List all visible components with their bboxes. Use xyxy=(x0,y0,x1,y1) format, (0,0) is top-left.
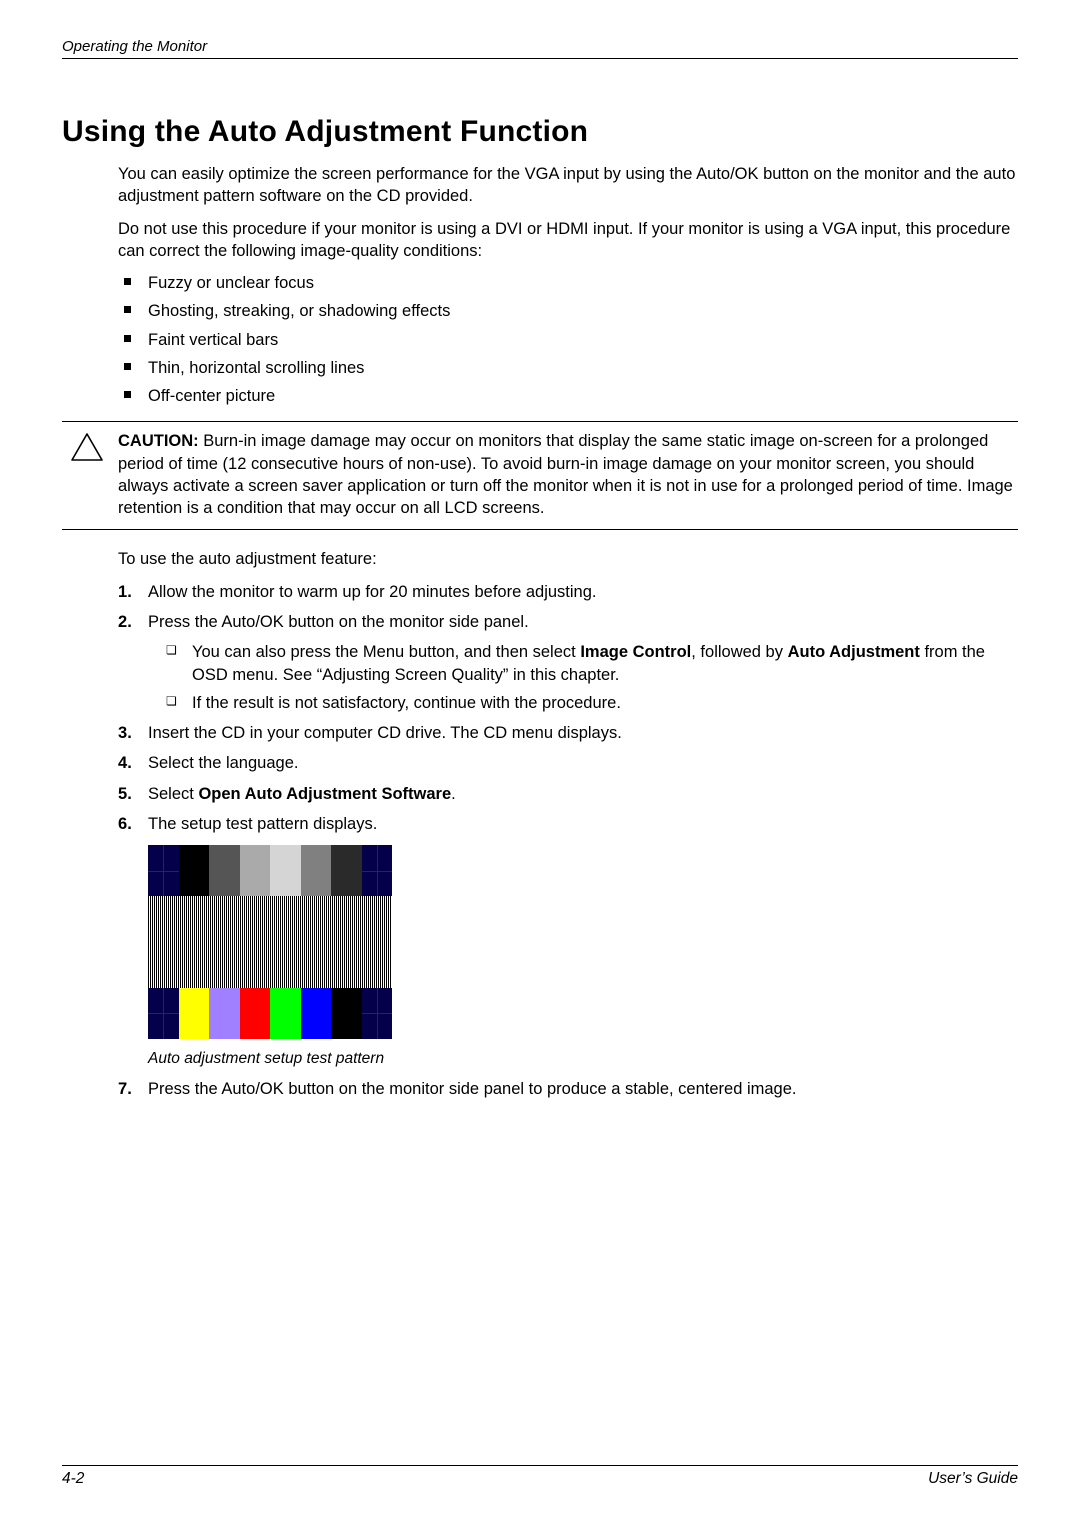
caution-text: CAUTION: Burn-in image damage may occur … xyxy=(112,430,1018,519)
step-4: Select the language. xyxy=(118,752,1018,774)
bold-text: Open Auto Adjustment Software xyxy=(198,785,451,803)
list-item: Ghosting, streaking, or shadowing effect… xyxy=(118,300,1018,322)
text: Select xyxy=(148,785,198,803)
step-7: Press the Auto/OK button on the monitor … xyxy=(118,1078,1018,1100)
body-content: You can easily optimize the screen perfo… xyxy=(118,163,1018,1100)
step-2-sublist: You can also press the Menu button, and … xyxy=(166,641,1018,714)
step-1: Allow the monitor to warm up for 20 minu… xyxy=(118,581,1018,603)
step-2a: You can also press the Menu button, and … xyxy=(166,641,1018,686)
step-5: Select Open Auto Adjustment Software. xyxy=(118,783,1018,805)
header-section-title: Operating the Monitor xyxy=(62,38,207,55)
caution-triangle-icon xyxy=(62,430,112,519)
step-3: Insert the CD in your computer CD drive.… xyxy=(118,722,1018,744)
list-item: Faint vertical bars xyxy=(118,329,1018,351)
bold-text: Auto Adjustment xyxy=(788,643,920,661)
step-2: Press the Auto/OK button on the monitor … xyxy=(118,611,1018,714)
step-2b: If the result is not satisfactory, conti… xyxy=(166,692,1018,714)
step-2-text: Press the Auto/OK button on the monitor … xyxy=(148,613,529,631)
list-item: Fuzzy or unclear focus xyxy=(118,272,1018,294)
conditions-list: Fuzzy or unclear focus Ghosting, streaki… xyxy=(118,272,1018,407)
steps-list-cont: Press the Auto/OK button on the monitor … xyxy=(118,1078,1018,1100)
page-footer: 4-2 User’s Guide xyxy=(62,1465,1018,1488)
intro-paragraph-2: Do not use this procedure if your monito… xyxy=(118,218,1018,263)
test-pattern-figure: Auto adjustment setup test pattern xyxy=(148,845,392,1070)
page-title: Using the Auto Adjustment Function xyxy=(62,115,1018,149)
steps-list: Allow the monitor to warm up for 20 minu… xyxy=(118,581,1018,835)
page: Operating the Monitor Using the Auto Adj… xyxy=(0,0,1080,1524)
caution-callout: CAUTION: Burn-in image damage may occur … xyxy=(62,421,1018,530)
running-header: Operating the Monitor xyxy=(62,38,1018,59)
caution-body: Burn-in image damage may occur on monito… xyxy=(118,432,1013,517)
list-item: Thin, horizontal scrolling lines xyxy=(118,357,1018,379)
step-6: The setup test pattern displays. xyxy=(118,813,1018,835)
text: , followed by xyxy=(691,643,787,661)
doc-title: User’s Guide xyxy=(928,1470,1018,1488)
test-pattern-image xyxy=(148,845,392,1039)
intro-paragraph-1: You can easily optimize the screen perfo… xyxy=(118,163,1018,208)
list-item: Off-center picture xyxy=(118,385,1018,407)
text: You can also press the Menu button, and … xyxy=(192,643,580,661)
figure-caption: Auto adjustment setup test pattern xyxy=(148,1049,392,1070)
caution-label: CAUTION: xyxy=(118,432,199,450)
use-intro: To use the auto adjustment feature: xyxy=(118,548,1018,570)
page-number: 4-2 xyxy=(62,1470,84,1488)
text: . xyxy=(451,785,456,803)
bold-text: Image Control xyxy=(580,643,691,661)
